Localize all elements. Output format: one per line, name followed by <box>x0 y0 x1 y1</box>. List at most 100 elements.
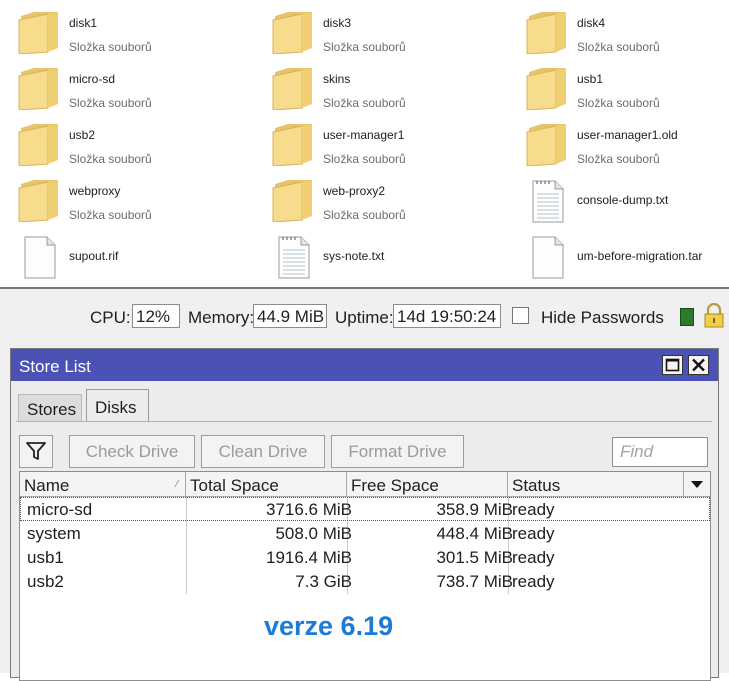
cell-free-space: 448.4 MiB <box>436 524 513 543</box>
table-row[interactable]: micro-sd 3716.6 MiB 358.9 MiB ready <box>20 497 710 521</box>
check-drive-button[interactable]: Check Drive <box>69 435 195 468</box>
cell-name: micro-sd <box>27 500 93 519</box>
text-file-icon <box>272 234 318 286</box>
folder-name: usb1 <box>577 72 604 86</box>
folder-type: Složka souborů <box>577 152 660 166</box>
status-bar: CPU: 12% Memory: 44.9 MiB Uptime: 14d 19… <box>0 287 729 342</box>
window-title: Store List <box>19 357 91 376</box>
text-file-icon <box>526 178 572 230</box>
cell-free-space: 301.5 MiB <box>436 548 513 567</box>
close-icon <box>692 358 705 372</box>
folder-item[interactable]: webproxy Složka souborů <box>18 178 268 230</box>
folder-icon <box>272 122 318 174</box>
column-header-total-space[interactable]: Total Space <box>186 472 347 497</box>
folder-name: disk4 <box>577 16 606 30</box>
folder-item[interactable]: web-proxy2 Složka souborů <box>272 178 522 230</box>
cell-name: usb2 <box>27 572 64 591</box>
cell-status: ready <box>512 572 555 591</box>
clean-drive-button[interactable]: Clean Drive <box>201 435 325 468</box>
folder-item[interactable]: skins Složka souborů <box>272 66 522 118</box>
maximize-icon <box>665 358 680 372</box>
file-item[interactable]: console-dump.txt <box>526 178 729 230</box>
folder-name: usb2 <box>69 128 96 142</box>
folder-type: Složka souborů <box>323 208 406 222</box>
folder-name: web-proxy2 <box>323 184 386 198</box>
uptime-value: 14d 19:50:24 <box>393 304 501 328</box>
folder-type: Složka souborů <box>577 40 660 54</box>
folder-type: Složka souborů <box>323 152 406 166</box>
file-name: sys-note.txt <box>323 249 385 263</box>
folder-type: Složka souborů <box>323 96 406 110</box>
folder-item[interactable]: disk1 Složka souborů <box>18 10 268 62</box>
cell-status: ready <box>512 548 555 567</box>
table-row[interactable]: usb1 1916.4 MiB 301.5 MiB ready <box>20 545 710 569</box>
memory-label: Memory: <box>188 308 255 327</box>
folder-item[interactable]: user-manager1 Složka souborů <box>272 122 522 174</box>
folder-icon <box>272 10 318 62</box>
folder-name: disk1 <box>69 16 98 30</box>
winbox-workspace: Store List Stores Disks Check Drive Clea… <box>0 342 729 681</box>
store-list-window: Store List Stores Disks Check Drive Clea… <box>10 348 719 681</box>
format-drive-button[interactable]: Format Drive <box>331 435 464 468</box>
folder-icon <box>18 178 64 230</box>
disks-table: Name ∕ Total Space Free Space Status mic… <box>19 471 711 681</box>
folder-item[interactable]: user-manager1.old Složka souborů <box>526 122 729 174</box>
file-icon <box>526 234 572 286</box>
close-button[interactable] <box>688 355 709 375</box>
file-icon <box>18 234 64 286</box>
folder-type: Složka souborů <box>69 96 152 110</box>
folder-item[interactable]: disk4 Složka souborů <box>526 10 729 62</box>
folder-icon <box>526 10 572 62</box>
file-name: um-before-migration.tar <box>577 249 703 263</box>
tab-disks[interactable]: Disks <box>86 389 149 421</box>
cell-free-space: 738.7 MiB <box>436 572 513 591</box>
folder-name: user-manager1 <box>323 128 405 142</box>
folder-icon <box>18 122 64 174</box>
column-header-free-space[interactable]: Free Space <box>347 472 508 497</box>
folder-name: webproxy <box>69 184 121 198</box>
toolbar: Check Drive Clean Drive Format Drive Fin… <box>16 421 712 474</box>
cell-status: ready <box>512 524 555 543</box>
find-input[interactable]: Find <box>612 437 708 467</box>
cpu-label: CPU: <box>90 308 131 327</box>
folder-type: Složka souborů <box>69 152 152 166</box>
cell-status: ready <box>512 500 555 519</box>
folder-item[interactable]: usb2 Složka souborů <box>18 122 268 174</box>
maximize-button[interactable] <box>662 355 683 375</box>
sort-indicator-icon: ∕ <box>176 479 178 490</box>
window-titlebar[interactable]: Store List <box>11 349 718 381</box>
file-name: supout.rif <box>69 249 119 263</box>
uptime-label: Uptime: <box>335 308 394 327</box>
folder-icon <box>272 66 318 118</box>
file-item[interactable]: supout.rif <box>18 234 268 286</box>
cell-free-space: 358.9 MiB <box>436 500 513 519</box>
file-item[interactable]: sys-note.txt <box>272 234 522 286</box>
folder-item[interactable]: micro-sd Složka souborů <box>18 66 268 118</box>
column-menu-button[interactable] <box>684 472 710 497</box>
folder-name: user-manager1.old <box>577 128 678 142</box>
folder-icon <box>272 178 318 230</box>
dropdown-arrow-icon <box>691 481 703 488</box>
memory-value: 44.9 MiB <box>253 304 327 328</box>
folder-item[interactable]: disk3 Složka souborů <box>272 10 522 62</box>
cell-name: usb1 <box>27 548 64 567</box>
file-explorer-pane: disk1 Složka souborů disk3 Složka soubor… <box>0 0 729 287</box>
filter-button[interactable] <box>19 435 53 468</box>
cell-total-space: 7.3 GiB <box>295 572 352 591</box>
folder-type: Složka souborů <box>323 40 406 54</box>
column-header-status[interactable]: Status <box>508 472 684 497</box>
folder-icon <box>18 66 64 118</box>
hide-passwords-label[interactable]: Hide Passwords <box>541 308 664 328</box>
file-item[interactable]: um-before-migration.tar <box>526 234 729 286</box>
tab-stores[interactable]: Stores <box>18 394 82 421</box>
hide-passwords-checkbox[interactable] <box>512 307 529 324</box>
column-header-name[interactable]: Name ∕ <box>20 472 186 497</box>
folder-icon <box>526 122 572 174</box>
cell-name: system <box>27 524 81 543</box>
cell-total-space: 508.0 MiB <box>275 524 352 543</box>
table-row[interactable]: system 508.0 MiB 448.4 MiB ready <box>20 521 710 545</box>
folder-item[interactable]: usb1 Složka souborů <box>526 66 729 118</box>
folder-type: Složka souborů <box>69 208 152 222</box>
cell-total-space: 3716.6 MiB <box>266 500 352 519</box>
table-row[interactable]: usb2 7.3 GiB 738.7 MiB ready <box>20 569 710 593</box>
